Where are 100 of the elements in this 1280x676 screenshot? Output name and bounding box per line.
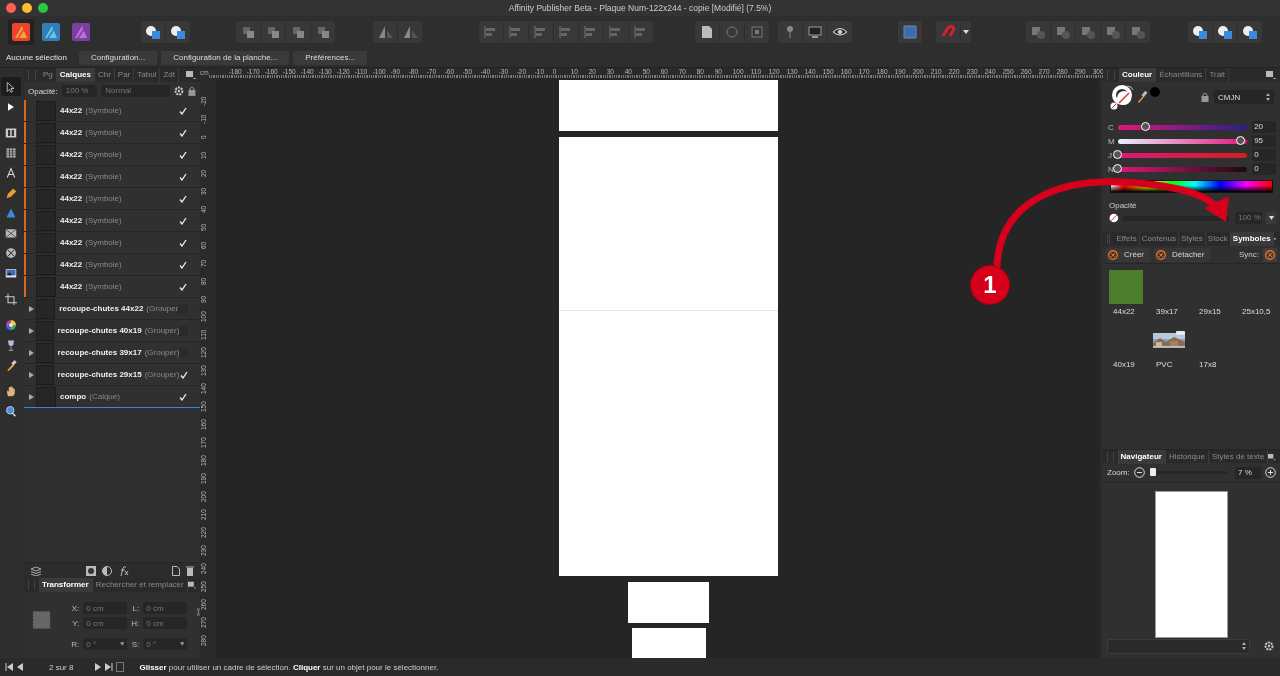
menu-icon[interactable] [1266,71,1276,79]
menu-icon[interactable] [1268,453,1276,461]
menu-icon[interactable] [187,581,196,589]
layer-row[interactable]: 44x22 (Symbole) [24,276,200,298]
dropdown-button[interactable] [1266,212,1276,224]
panel-grip[interactable] [1107,452,1114,462]
expand-arrow-icon[interactable] [29,394,34,400]
toolbar-button[interactable] [695,21,719,43]
layer-row[interactable]: 44x22 (Symbole) [24,100,200,122]
panel-tab[interactable]: Calques [56,68,95,82]
visibility-checkbox[interactable] [178,193,188,204]
opacity-field[interactable]: 100 % [1235,212,1263,224]
panel-tab[interactable]: Contenus [1139,232,1179,246]
expand-arrow-icon[interactable] [29,328,34,334]
layer-row[interactable]: 44x22 (Symbole) [24,188,200,210]
sync-button[interactable] [1263,247,1277,262]
panel-tab[interactable]: Rechercher et remplacer [92,578,188,592]
layer-row[interactable]: 44x22 (Symbole) [24,166,200,188]
layer-row[interactable]: 44x22 (Symbole) [24,144,200,166]
symbol-button[interactable]: Détacher [1154,247,1211,262]
panel-tab[interactable]: Par [114,68,135,82]
link-icon[interactable] [197,606,200,618]
next-page-icon[interactable] [94,663,103,671]
layer-row[interactable]: recoupe-chutes 39x17 (Grouper) [24,342,200,364]
value-field[interactable]: 0 [1252,163,1276,175]
expand-arrow-icon[interactable] [29,306,34,312]
panel-tab[interactable]: Stock [1205,232,1231,246]
settings-icon[interactable] [1264,641,1274,651]
close-button[interactable] [6,3,16,13]
layer-row[interactable]: 44x22 (Symbole) [24,232,200,254]
toolbar-button[interactable] [803,21,827,43]
tool-button[interactable] [1,77,21,96]
visibility-checkbox[interactable] [178,215,188,226]
trash-icon[interactable] [186,565,194,576]
page-preview[interactable] [1155,491,1228,638]
panel-tab[interactable]: Échantillons [1156,68,1207,82]
adjustment-icon[interactable] [102,565,112,576]
context-button[interactable]: Préférences... [293,50,368,65]
panel-tab[interactable]: Couleur [1119,68,1157,82]
panel-tab[interactable]: Chr [94,68,115,82]
toolbar-button[interactable] [961,21,971,43]
slider-thumb[interactable] [1150,468,1157,476]
panel-tab[interactable]: Effets [1114,232,1140,246]
panel-tab[interactable]: Pg [40,68,57,82]
menu-icon[interactable] [186,71,196,79]
context-button[interactable]: Configuration de la planche... [161,50,290,65]
visibility-checkbox[interactable] [178,259,188,270]
panel-tab[interactable]: Zdt [160,68,179,82]
slider-thumb[interactable] [1113,150,1123,159]
panel-tab[interactable]: Navigateur [1117,450,1166,464]
layer-row[interactable]: 44x22 (Symbole) [24,254,200,276]
visibility-checkbox[interactable] [178,149,188,160]
visibility-checkbox[interactable] [178,171,188,182]
toolbar-button[interactable] [1238,21,1262,43]
symbol-button[interactable]: Créer [1106,247,1150,262]
panel-tab[interactable]: Historique [1165,450,1209,464]
visibility-checkbox[interactable] [179,369,188,380]
panel-tab[interactable]: Symboles [1230,232,1274,246]
value-field[interactable]: 0 [1252,149,1276,161]
layer-row[interactable]: recoupe-chutes 44x22 (Grouper [24,298,200,320]
visibility-checkbox[interactable] [178,281,188,292]
context-button[interactable]: Configuration... [78,50,158,65]
persona-button[interactable] [8,19,34,45]
panel-tab[interactable]: Styles [1179,232,1206,246]
panel-tab[interactable]: Trait [1206,68,1230,82]
eyedropper-icon[interactable] [1137,91,1147,103]
zoom-button[interactable] [38,3,48,13]
slider-thumb[interactable] [1236,136,1246,145]
toolbar-button[interactable] [1188,21,1212,43]
layer-row[interactable]: 44x22 (Symbole) [24,122,200,144]
toolbar-button[interactable] [828,21,852,43]
mask-icon[interactable] [86,565,96,576]
visibility-checkbox[interactable] [178,391,188,402]
color-slider[interactable] [1117,138,1248,144]
visibility-checkbox[interactable] [178,127,188,138]
zoom-out-icon[interactable] [1133,467,1145,478]
toolbar-button[interactable] [1213,21,1237,43]
lock-icon[interactable] [188,86,196,96]
previous-page-icon[interactable] [16,663,24,671]
fx-icon[interactable] [118,565,129,576]
visibility-checkbox[interactable] [178,237,188,248]
first-page-icon[interactable] [5,663,13,671]
last-page-icon[interactable] [105,663,114,671]
visibility-checkbox[interactable] [178,105,188,116]
panel-tab[interactable]: Transformer [38,578,93,592]
value-field[interactable]: 20 [1252,121,1276,133]
symbol-thumbnail[interactable] [1109,270,1143,304]
color-slider[interactable] [1117,124,1248,130]
expand-arrow-icon[interactable] [29,372,34,378]
add-page-icon[interactable] [172,565,180,576]
layer-row[interactable]: compo (Calque) [24,386,200,408]
panel-grip[interactable] [1107,70,1115,80]
panel-grip[interactable] [28,580,35,590]
minimize-button[interactable] [22,3,32,13]
color-model-dropdown[interactable]: CMJN [1214,90,1274,104]
layer-row[interactable]: 44x22 (Symbole) [24,210,200,232]
zoom-in-icon[interactable] [1265,467,1276,478]
layer-row[interactable]: recoupe-chutes 29x15 (Grouper) [24,364,200,386]
toolbar-button[interactable] [166,21,190,43]
layers-icon[interactable] [30,565,42,576]
